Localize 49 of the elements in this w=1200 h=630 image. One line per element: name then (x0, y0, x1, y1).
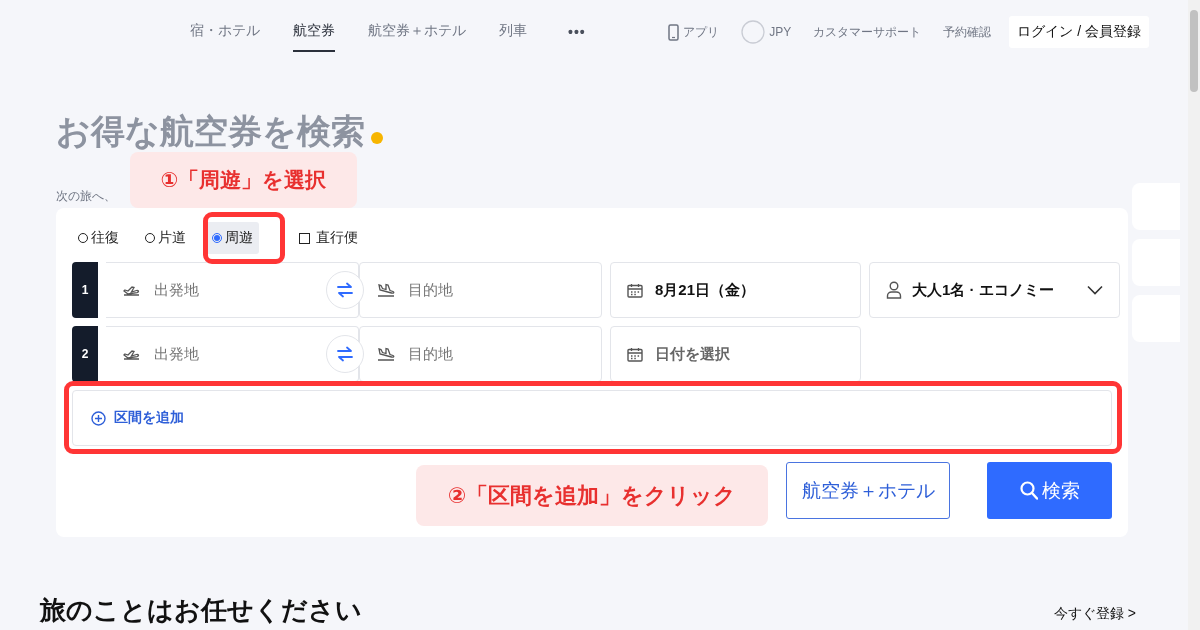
swap-button[interactable] (326, 335, 364, 373)
destination-field[interactable]: 目的地 (359, 262, 602, 318)
segment-number: 1 (72, 262, 98, 318)
more-menu[interactable]: ••• (568, 24, 586, 40)
nav-tab[interactable]: 航空券＋ホテル (368, 12, 466, 52)
search-button[interactable]: 検索 (987, 462, 1112, 519)
phone-icon (668, 23, 680, 41)
search-icon (1019, 481, 1038, 500)
scrollbar[interactable] (1188, 0, 1200, 630)
nav-link[interactable]: アプリ (683, 23, 720, 41)
checkbox[interactable] (299, 232, 310, 244)
circle-icon (741, 20, 766, 44)
checkbox-label: 直行便 (316, 229, 358, 247)
plus-circle-icon (91, 410, 106, 426)
passenger-class-dropdown[interactable]: 大人1名 · エコノミー (869, 262, 1120, 318)
date-placeholder: 日付を選択 (655, 344, 730, 364)
nav-tab[interactable]: 宿・ホテル (190, 12, 260, 52)
subtitle: 次の旅へ、 (56, 188, 116, 205)
section-heading: 旅のことはお任せください (40, 595, 362, 625)
nav-link[interactable]: 予約確認 (943, 23, 992, 41)
flight-hotel-button[interactable]: 航空券＋ホテル (786, 462, 950, 519)
date-value: 8月21日（金） (655, 280, 756, 300)
landing-icon (376, 347, 396, 361)
takeoff-icon (122, 283, 142, 297)
register-link[interactable]: 今すぐ登録 > (1053, 605, 1136, 623)
takeoff-icon (122, 347, 142, 361)
segment-number: 2 (72, 326, 98, 382)
callout: ②「区間を追加」をクリック (416, 465, 768, 526)
swap-button[interactable] (326, 271, 364, 309)
dot-icon (371, 132, 383, 144)
login-button[interactable]: ログイン / 会員登録 (1009, 16, 1149, 48)
swap-icon (336, 282, 354, 298)
calendar-icon (627, 346, 643, 362)
trip-type-radio[interactable]: 往復 (72, 222, 125, 254)
landing-icon (376, 283, 396, 297)
swap-icon (336, 346, 354, 362)
person-icon (886, 281, 902, 299)
date-field[interactable]: 8月21日（金） (610, 262, 861, 318)
nav-tab[interactable]: 列車 (499, 12, 527, 52)
chevron-down-icon (1087, 285, 1103, 295)
calendar-icon (627, 282, 643, 298)
trip-type-radio[interactable]: 周遊 (206, 222, 259, 254)
page-heading: お得な航空券を検索 (56, 111, 365, 152)
nav-link[interactable]: JPY (769, 25, 792, 39)
nav-link[interactable]: カスタマーサポート (813, 23, 922, 41)
trip-type-radio[interactable]: 片道 (139, 222, 192, 254)
add-segment-button[interactable]: 区間を追加 (72, 390, 1112, 446)
nav-tab[interactable]: 航空券 (293, 12, 335, 52)
callout: ①「周遊」を選択 (130, 152, 357, 208)
